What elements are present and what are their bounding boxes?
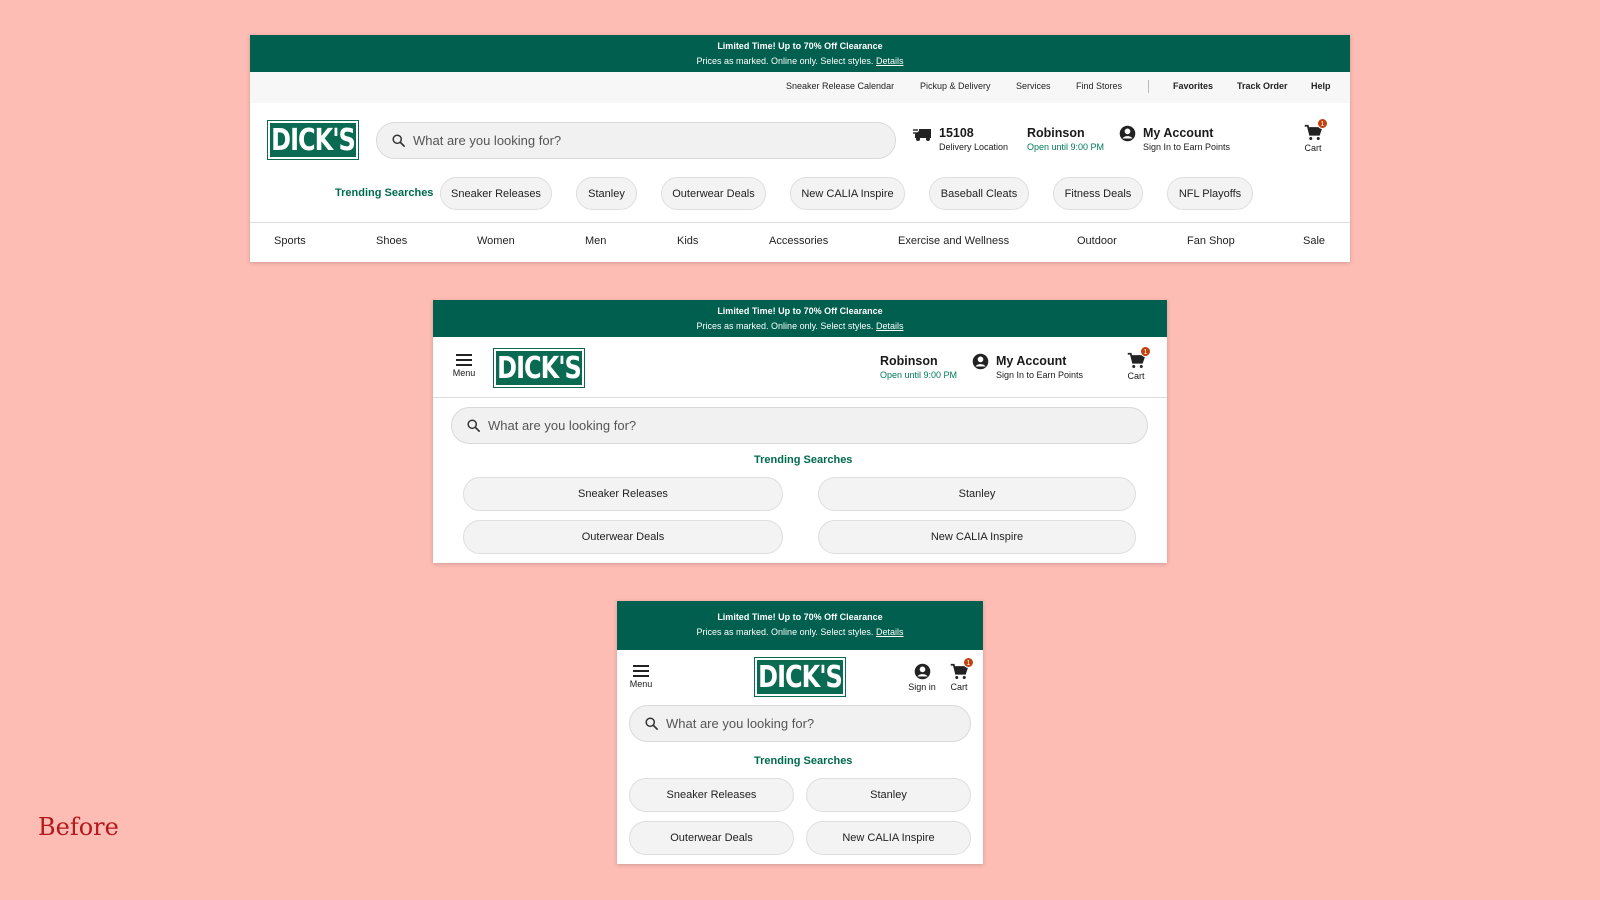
promo-headline: Limited Time! Up to 70% Off Clearance (717, 41, 883, 51)
nav-item-kids[interactable]: Kids (677, 235, 698, 247)
menu-label: Menu (629, 679, 653, 689)
brand-logo[interactable]: DICK'S (754, 657, 846, 697)
promo-headline: Limited Time! Up to 70% Off Clearance (717, 306, 883, 316)
nav-divider (250, 222, 1350, 223)
tablet-search-bar[interactable] (451, 407, 1148, 444)
nav-item-exercise-wellness[interactable]: Exercise and Wellness (898, 235, 1009, 247)
sign-in-button[interactable]: Sign in (905, 663, 939, 692)
nav-item-accessories[interactable]: Accessories (769, 235, 828, 247)
trending-pill-new-calia-inspire[interactable]: New CALIA Inspire (806, 821, 971, 855)
search-input[interactable] (488, 418, 1147, 433)
nav-item-sports[interactable]: Sports (274, 235, 306, 247)
promo-details-link[interactable]: Details (876, 56, 904, 66)
util-link-track-order[interactable]: Track Order (1237, 81, 1288, 91)
promo-banner: Limited Time! Up to 70% Off Clearance Pr… (433, 300, 1167, 337)
menu-label: Menu (452, 368, 476, 378)
trending-pill-sneaker-releases[interactable]: Sneaker Releases (629, 778, 794, 812)
delivery-label: Delivery Location (939, 142, 1009, 152)
promo-details-link[interactable]: Details (876, 321, 904, 331)
trending-pill-stanley[interactable]: Stanley (806, 778, 971, 812)
delivery-zip: 15108 (939, 126, 974, 140)
util-link-pickup-delivery[interactable]: Pickup & Delivery (920, 81, 991, 91)
search-icon (467, 419, 480, 432)
trending-pill-outerwear-deals[interactable]: Outerwear Deals (463, 520, 783, 554)
util-link-sneaker-calendar[interactable]: Sneaker Release Calendar (786, 81, 894, 91)
trending-label: Trending Searches (754, 755, 853, 767)
account-subtitle: Sign In to Earn Points (996, 370, 1084, 380)
trending-label: Trending Searches (754, 454, 853, 466)
cart-label: Cart (1127, 371, 1145, 381)
tablet-divider (433, 397, 1167, 398)
nav-item-shoes[interactable]: Shoes (376, 235, 407, 247)
hamburger-icon (633, 665, 649, 677)
account-subtitle: Sign In to Earn Points (1143, 142, 1231, 152)
menu-button[interactable]: Menu (628, 665, 654, 689)
store-hours: Open until 9:00 PM (880, 370, 958, 380)
cart-label: Cart (950, 682, 968, 692)
promo-subline: Prices as marked. Online only. Select st… (696, 321, 904, 331)
trending-pill-outerwear-deals[interactable]: Outerwear Deals (629, 821, 794, 855)
account-title: My Account (996, 354, 1067, 368)
sign-in-label: Sign in (908, 682, 936, 692)
trending-pill-baseball-cleats[interactable]: Baseball Cleats (929, 177, 1029, 210)
search-icon (645, 717, 658, 730)
trending-pill-outerwear-deals[interactable]: Outerwear Deals (661, 177, 766, 210)
my-account[interactable]: My Account Sign In to Earn Points (996, 354, 1083, 380)
cart-button[interactable]: Cart 1 (1301, 118, 1328, 153)
trending-pill-new-calia-inspire[interactable]: New CALIA Inspire (818, 520, 1136, 554)
util-link-services[interactable]: Services (1016, 81, 1051, 91)
promo-details-link[interactable]: Details (876, 627, 904, 637)
util-link-help[interactable]: Help (1311, 81, 1331, 91)
nav-item-sale[interactable]: Sale (1303, 235, 1325, 247)
promo-banner: Limited Time! Up to 70% Off Clearance Pr… (617, 601, 983, 650)
store-selector[interactable]: Robinson Open until 9:00 PM (880, 354, 957, 380)
store-name: Robinson (1027, 126, 1085, 140)
store-name: Robinson (880, 354, 938, 368)
util-link-favorites[interactable]: Favorites (1173, 81, 1213, 91)
account-icon (1119, 125, 1136, 142)
search-icon (392, 134, 405, 147)
desktop-search-bar[interactable] (376, 122, 896, 159)
util-divider (1148, 80, 1149, 93)
account-icon (914, 663, 930, 680)
cart-count-badge: 1 (1140, 346, 1151, 357)
hamburger-icon (456, 354, 472, 366)
delivery-truck-icon (913, 129, 931, 141)
promo-subline: Prices as marked. Online only. Select st… (696, 627, 904, 637)
cart-count-badge: 1 (1317, 118, 1328, 129)
promo-subline: Prices as marked. Online only. Select st… (696, 56, 904, 66)
trending-pill-sneaker-releases[interactable]: Sneaker Releases (463, 477, 783, 511)
trending-pill-stanley[interactable]: Stanley (818, 477, 1136, 511)
cart-button[interactable]: Cart 1 (1124, 346, 1151, 381)
nav-item-outdoor[interactable]: Outdoor (1077, 235, 1117, 247)
promo-banner: Limited Time! Up to 70% Off Clearance Pr… (250, 35, 1350, 72)
my-account[interactable]: My Account Sign In to Earn Points (1143, 126, 1230, 152)
store-hours: Open until 9:00 PM (1027, 142, 1105, 152)
cart-button[interactable]: Cart 1 (947, 657, 974, 692)
trending-pill-nfl-playoffs[interactable]: NFL Playoffs (1167, 177, 1253, 210)
nav-item-women[interactable]: Women (477, 235, 515, 247)
trending-pill-stanley[interactable]: Stanley (576, 177, 637, 210)
brand-logo[interactable]: DICK'S (267, 120, 359, 160)
util-link-find-stores[interactable]: Find Stores (1076, 81, 1122, 91)
account-title: My Account (1143, 126, 1214, 140)
search-input[interactable] (666, 716, 970, 731)
trending-label: Trending Searches (335, 187, 434, 199)
trending-pill-new-calia-inspire[interactable]: New CALIA Inspire (790, 177, 905, 210)
search-input[interactable] (413, 133, 895, 148)
cart-label: Cart (1304, 143, 1322, 153)
account-icon (972, 353, 989, 370)
before-caption: Before (38, 813, 119, 841)
brand-logo[interactable]: DICK'S (493, 348, 585, 388)
menu-button[interactable]: Menu (451, 354, 477, 378)
promo-headline: Limited Time! Up to 70% Off Clearance (717, 612, 883, 622)
store-selector[interactable]: Robinson Open until 9:00 PM (1027, 126, 1104, 152)
trending-pill-sneaker-releases[interactable]: Sneaker Releases (440, 177, 552, 210)
delivery-location[interactable]: 15108 Delivery Location (939, 126, 1008, 152)
mobile-search-bar[interactable] (629, 705, 971, 742)
nav-item-men[interactable]: Men (585, 235, 606, 247)
nav-item-fan-shop[interactable]: Fan Shop (1187, 235, 1235, 247)
cart-count-badge: 1 (963, 657, 974, 668)
trending-pill-fitness-deals[interactable]: Fitness Deals (1053, 177, 1143, 210)
